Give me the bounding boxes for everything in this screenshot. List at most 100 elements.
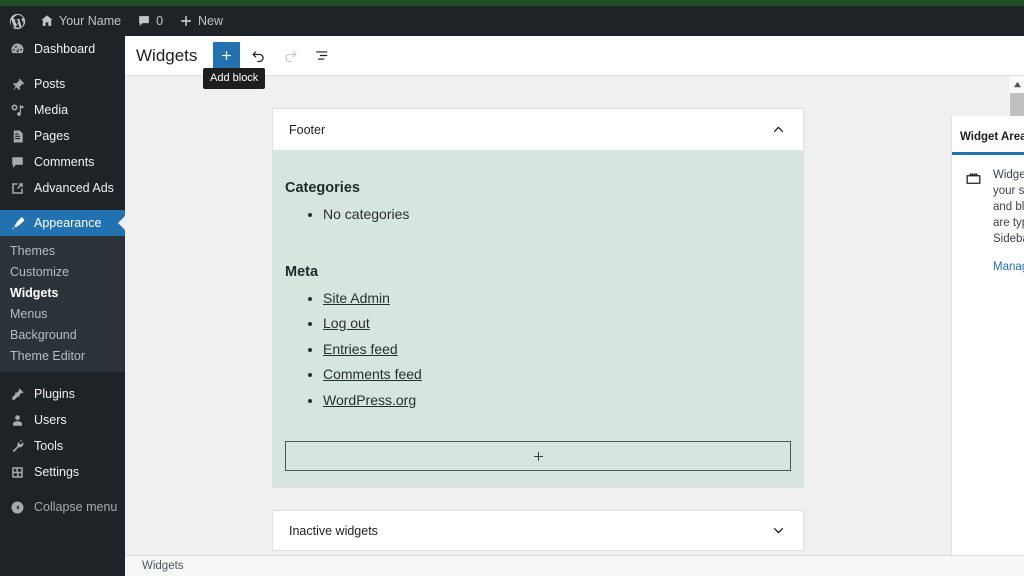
submenu-item-background[interactable]: Background [0,324,125,345]
comments-menu[interactable]: 0 [129,6,171,36]
meta-link-wordpress-org[interactable]: WordPress.org [323,392,416,408]
widget-area-title: Inactive widgets [289,523,378,538]
submenu-item-theme-editor[interactable]: Theme Editor [0,345,125,366]
sidebar-item-appearance[interactable]: Appearance [0,210,126,236]
plug-icon [9,387,25,402]
add-block-button[interactable] [213,42,241,69]
plus-icon [531,449,546,464]
scroll-up-arrow-icon[interactable] [1009,76,1024,92]
sidebar-item-label: Collapse menu [34,500,118,514]
add-block-tooltip: Add block [203,68,266,89]
meta-link-site-admin[interactable]: Site Admin [323,290,390,306]
sidebar-item-settings[interactable]: Settings [0,459,125,485]
sidebar-item-advanced-ads[interactable]: Advanced Ads [0,175,125,201]
inspector-tabs: Widget Areas [952,116,1024,152]
inspector-description: Widget Areas are filled with your site's… [993,169,1024,245]
sidebar-item-label: Dashboard [34,42,96,56]
list-item-text: No categories [323,206,410,222]
sidebar-item-label: Pages [34,129,70,143]
list-item: No categories [323,202,791,228]
sidebar-item-tools[interactable]: Tools [0,433,125,459]
sidebar-item-dashboard[interactable]: Dashboard [0,36,125,62]
status-bar: Widgets [125,555,1024,576]
comment-bubble-icon [137,14,151,28]
menu-separator [0,485,125,494]
sidebar-item-label: Media [34,103,69,117]
sidebar-item-plugins[interactable]: Plugins [0,381,125,407]
meta-list: Site Admin Log out Entries feed Comments… [323,286,791,414]
block-categories[interactable]: Categories No categories [285,180,791,228]
categories-list: No categories [323,202,791,228]
sidebar-item-label: Posts [34,77,66,91]
site-name-label: Your Name [59,14,122,28]
comment-bubble-icon [9,155,25,170]
sidebar-item-collapse-menu[interactable]: Collapse menu [0,494,125,520]
undo-button[interactable] [244,42,272,70]
widget-area-footer-header[interactable]: Footer [273,109,803,150]
redo-button[interactable] [276,42,304,70]
sidebar-item-posts[interactable]: Posts [0,71,125,97]
media-icon [9,103,25,118]
wordpress-logo-icon [9,13,26,30]
list-view-button[interactable] [308,42,336,70]
page-title: Widgets [136,45,198,65]
meta-link-entries-feed[interactable]: Entries feed [323,341,398,357]
block-appender-button[interactable] [285,441,791,471]
widget-area-title: Footer [289,122,326,137]
list-item: Site Admin [323,286,791,312]
sidebar-item-label: Appearance [34,216,102,230]
widget-area-footer-body: Categories No categories Meta [273,150,803,487]
inspector-panel: Widget Areas Widget Areas are filled wit… [951,116,1024,576]
inspector-body: Widget Areas are filled with your site's… [952,155,1024,273]
home-icon [40,14,54,28]
canvas-scroll-content: Footer Categories No categ [125,76,951,576]
status-bar-label: Widgets [142,560,184,572]
list-item: Log out [323,311,791,337]
comments-count: 0 [156,14,164,28]
submenu-item-menus[interactable]: Menus [0,303,125,324]
admin-sidebar-menu: Dashboard Posts Media Pages Comments Adv… [0,36,126,576]
sidebar-item-users[interactable]: Users [0,407,125,433]
menu-separator [0,201,125,210]
chevron-down-icon[interactable] [770,522,787,539]
sidebar-item-comments[interactable]: Comments [0,149,125,175]
undo-arrow-icon [250,47,267,64]
submenu-item-widgets[interactable]: Widgets [0,282,125,303]
list-view-icon [314,47,331,64]
collapse-arrow-icon [9,500,25,515]
block-meta[interactable]: Meta Site Admin Log out Entries feed [285,264,791,414]
manage-in-customizer-link[interactable]: Manage in the Customizer [993,261,1024,273]
admin-bar: Your Name 0 New [0,6,1024,36]
wordpress-logo-button[interactable] [0,6,32,36]
user-icon [9,413,25,428]
megaphone-icon [9,181,25,196]
wordpress-widgets-editor: Your Name 0 New Dashboard Posts Media Pa… [0,0,1024,576]
sidebar-item-label: Users [34,413,67,427]
block-heading: Meta [285,263,319,280]
menu-separator [0,372,125,381]
paintbrush-icon [9,216,25,231]
sidebar-item-label: Tools [34,439,64,453]
meta-link-log-out[interactable]: Log out [323,315,370,331]
widget-area-inactive-widgets[interactable]: Inactive widgets [272,510,804,551]
new-content-menu[interactable]: New [171,6,231,36]
redo-arrow-icon [282,47,299,64]
sidebar-item-media[interactable]: Media [0,97,125,123]
list-item: Entries feed [323,337,791,363]
sidebar-item-label: Plugins [34,387,75,401]
appender-spacer [285,413,791,441]
menu-separator [0,62,125,71]
wrench-icon [9,439,25,454]
submenu-item-customize[interactable]: Customize [0,261,125,282]
meta-link-comments-feed[interactable]: Comments feed [323,366,422,382]
tab-widget-areas[interactable]: Widget Areas [960,131,1024,152]
sidebar-item-pages[interactable]: Pages [0,123,125,149]
appearance-submenu: Themes Customize Widgets Menus Backgroun… [0,236,125,372]
sidebar-item-label: Comments [34,155,95,169]
page-icon [9,129,25,144]
submenu-item-themes[interactable]: Themes [0,240,125,261]
site-name-menu[interactable]: Your Name [32,6,129,36]
editor-canvas: Footer Categories No categ [125,76,1024,576]
chevron-up-icon[interactable] [770,121,787,138]
plus-icon [179,14,193,28]
